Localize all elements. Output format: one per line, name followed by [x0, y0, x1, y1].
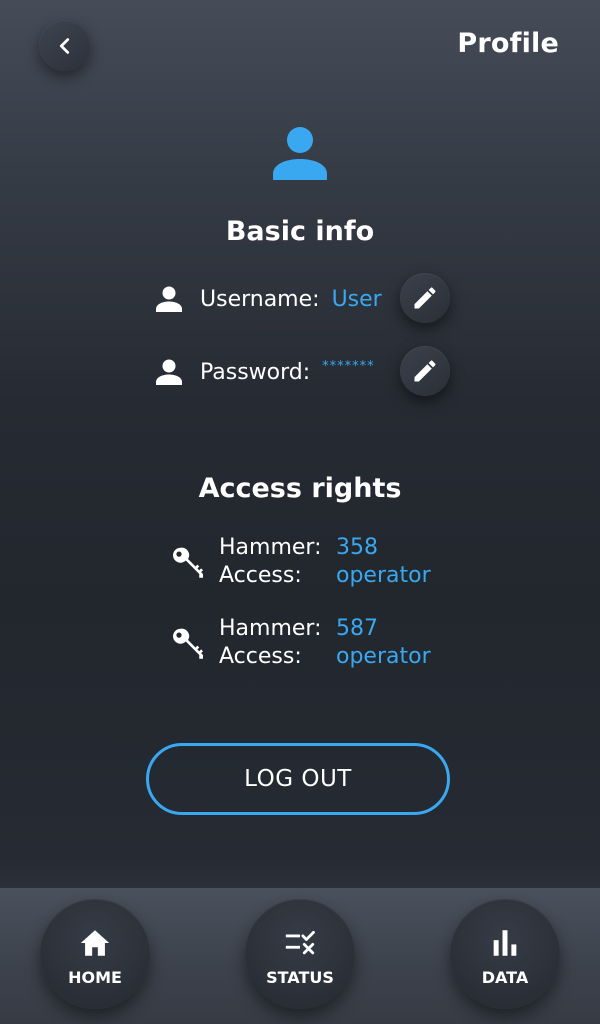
hammer-value: 587 — [336, 616, 378, 641]
username-row: Username: User — [154, 284, 382, 314]
nav-data-button[interactable]: DATA — [450, 899, 560, 1009]
edit-password-button[interactable] — [400, 346, 450, 396]
key-icon — [173, 628, 203, 659]
user-icon — [156, 286, 182, 312]
access-label: Access: — [219, 644, 302, 669]
access-rights-title: Access rights — [198, 473, 402, 504]
nav-data-label: DATA — [481, 967, 529, 987]
access-value: operator — [336, 644, 431, 669]
user-icon — [156, 359, 182, 385]
page-title: Profile — [457, 28, 559, 59]
person-icon — [273, 127, 327, 180]
bottom-nav: HOME STATUS DATA — [0, 888, 600, 1024]
nav-status-label: STATUS — [266, 967, 334, 987]
hammer-label: Hammer: — [219, 616, 322, 641]
username-value: User — [331, 286, 382, 312]
username-label: Username: — [200, 286, 320, 312]
chevron-left-icon — [59, 37, 69, 54]
profile-screen: Profile Basic info Username: User Passwo… — [0, 0, 600, 1024]
password-label: Password: — [200, 359, 311, 385]
password-row: Password: ******* — [154, 357, 375, 387]
pencil-icon — [414, 360, 436, 382]
basic-info-title: Basic info — [225, 216, 375, 247]
password-value: ******* — [322, 358, 375, 374]
bar-chart-icon — [493, 929, 517, 956]
status-checklist-icon — [285, 930, 315, 954]
access-label: Access: — [219, 563, 302, 588]
nav-home-label: HOME — [68, 967, 122, 987]
hammer-label: Hammer: — [219, 535, 322, 560]
home-icon — [80, 929, 110, 956]
nav-status-button[interactable]: STATUS — [245, 899, 355, 1009]
back-button[interactable] — [39, 20, 90, 71]
logout-button[interactable]: LOG OUT — [146, 743, 450, 815]
hammer-value: 358 — [336, 535, 378, 560]
edit-username-button[interactable] — [400, 273, 450, 323]
access-value: operator — [336, 563, 431, 588]
pencil-icon — [414, 287, 436, 309]
access-item: Hammer: Access: 587 operator — [170, 615, 470, 677]
key-icon — [173, 547, 203, 578]
access-item: Hammer: Access: 358 operator — [170, 534, 470, 596]
nav-home-button[interactable]: HOME — [40, 899, 150, 1009]
